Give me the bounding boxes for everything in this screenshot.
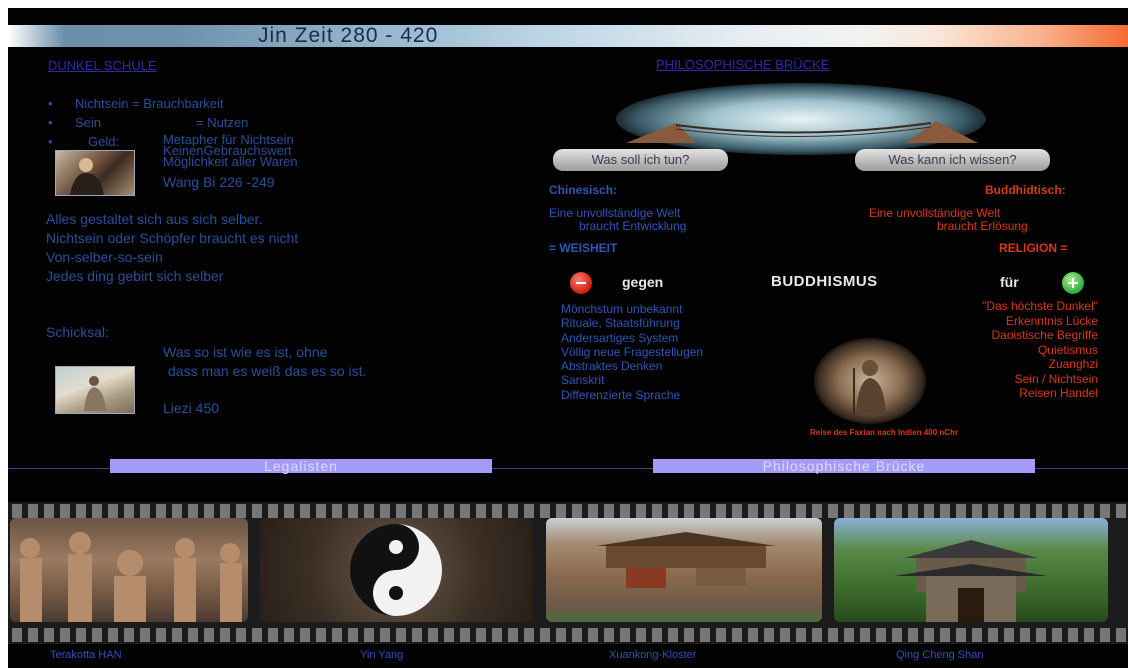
quote-line-2: dass man es weiß das es so ist. — [168, 363, 367, 379]
gegen-item: Andersartiges System — [561, 330, 679, 345]
bullet-nichtsein: Nichtsein = Brauchbarkeit — [75, 96, 224, 111]
quote-line-1: Was so ist wie es ist, ohne — [163, 344, 328, 360]
bubble-was-soll-ich-tun: Was soll ich tun? — [553, 149, 728, 171]
gegen-item: Völlig neue Fragestellugen — [561, 344, 704, 359]
terracotta-warriors-icon — [20, 532, 242, 622]
bridge-icon — [626, 121, 978, 143]
pagoda-gate-icon — [894, 540, 1048, 622]
religion-label: RELIGION = — [999, 241, 1068, 255]
caption-qing-cheng-shan: Qing Cheng Shan — [896, 649, 984, 661]
geld-line-3: Möglichkeit aller Waren — [163, 154, 298, 169]
bullet-marker-3: • — [48, 134, 53, 149]
gegen-item: Sanskrit — [561, 373, 605, 388]
liezi-caption: Liezi 450 — [163, 400, 220, 416]
bubble-was-kann-ich-wissen: Was kann ich wissen? — [855, 149, 1050, 171]
bullet-marker-1: • — [48, 96, 53, 111]
philosophische-bruecke-link[interactable]: PHILOSOPHISCHE BRÜCKE — [656, 57, 829, 72]
weisheit-label: = WEISHEIT — [549, 241, 618, 255]
buddhistisch-heading: Buddhidtisch: — [985, 183, 1066, 197]
wang-bi-portrait — [55, 150, 135, 196]
film-perforation-top — [8, 504, 1128, 518]
photo-xuankong-kloster[interactable] — [546, 518, 822, 622]
nav-philosophische-bruecke-button[interactable]: Philosophische Brücke — [653, 459, 1035, 473]
liezi-portrait — [55, 366, 135, 414]
caption-terakotta: Terakotta HAN — [50, 649, 122, 661]
heading-bruecke: BRÜCKE — [775, 57, 830, 72]
chinesisch-line-1: Eine unvollständige Welt — [549, 206, 681, 220]
yin-yang-icon — [350, 524, 442, 616]
film-perforation-bottom — [8, 628, 1128, 642]
plus-icon — [1062, 272, 1084, 294]
statement-3: Von-selber-so-sein — [46, 249, 163, 265]
fuer-item: Zuanghzi — [1048, 357, 1098, 371]
caption-yin-yang: Yin Yang — [360, 649, 404, 661]
statement-1: Alles gestaltet sich aus sich selber. — [46, 211, 263, 227]
photo-qing-cheng-shan[interactable] — [834, 518, 1108, 622]
portrait-figure-icon — [70, 158, 104, 195]
statement-4: Jedes ding gebirt sich selber — [46, 268, 224, 284]
fuer-label: für — [1000, 274, 1019, 290]
nav-legalisten-button[interactable]: Legalisten — [110, 459, 492, 473]
photo-yin-yang[interactable] — [260, 518, 532, 622]
dunkel-schule-link[interactable]: DUNKEL SCHULE — [48, 58, 157, 73]
bullet-geld: Geld: — [88, 134, 120, 149]
buddhistisch-line-2: braucht Erlösung — [937, 219, 1028, 233]
gegen-item: Abstraktes Denken — [561, 359, 663, 374]
buddhismus-label: BUDDHISMUS — [771, 273, 878, 290]
caption-xuankong: Xuankong-Kloster — [609, 649, 697, 661]
gegen-item: Differenzierte Sprache — [561, 387, 681, 402]
minus-icon — [570, 272, 592, 294]
gegen-label: gegen — [622, 274, 664, 290]
slide: Jin Zeit 280 - 420 DUNKEL SCHULE • Nicht… — [8, 8, 1128, 668]
page-title: Jin Zeit 280 - 420 — [258, 24, 439, 47]
sage-figure-icon — [84, 376, 106, 411]
fuer-item: Quietismus — [1037, 342, 1098, 357]
fuer-item: Erkenntnis Lücke — [1005, 313, 1098, 328]
title-bar: Jin Zeit 280 - 420 — [8, 24, 1128, 47]
faxian-caption: Reise des Faxian nach Indien 400 nChr — [810, 428, 959, 437]
bullet-nutzen: = Nutzen — [196, 115, 249, 130]
photo-terakotta[interactable] — [10, 518, 248, 622]
fuer-item: "Das höchste Dunkel" — [982, 299, 1098, 313]
heading-philosophische: PHILOSOPHISCHE — [656, 57, 772, 72]
bridge-image — [616, 83, 986, 155]
buddhistisch-line-1: Eine unvollständige Welt — [869, 206, 1001, 220]
wang-bi-caption: Wang Bi 226 -249 — [163, 174, 275, 190]
statement-2: Nichtsein oder Schöpfer braucht es nicht — [46, 230, 299, 246]
fuer-item: Reisen Handel — [1019, 386, 1098, 400]
gegen-item: Rituale, Staatsführung — [561, 316, 680, 331]
schicksal-label: Schicksal: — [46, 324, 110, 340]
chinesisch-line-2: braucht Entwicklung — [579, 219, 687, 233]
bullet-sein: Sein — [75, 115, 102, 130]
gegen-list: Mönchstum unbekannt Rituale, Staatsführu… — [561, 302, 703, 402]
fuer-item: Sein / Nichtsein — [1014, 371, 1098, 386]
chinesisch-heading: Chinesisch: — [549, 183, 618, 197]
gegen-item: Mönchstum unbekannt — [561, 302, 683, 316]
bullet-marker-2: • — [48, 115, 53, 130]
fuer-item: Daoistische Begriffe — [991, 328, 1099, 342]
temple-cliff-icon — [596, 532, 776, 588]
fuer-list: "Das höchste Dunkel" Erkenntnis Lücke Da… — [888, 299, 1098, 401]
